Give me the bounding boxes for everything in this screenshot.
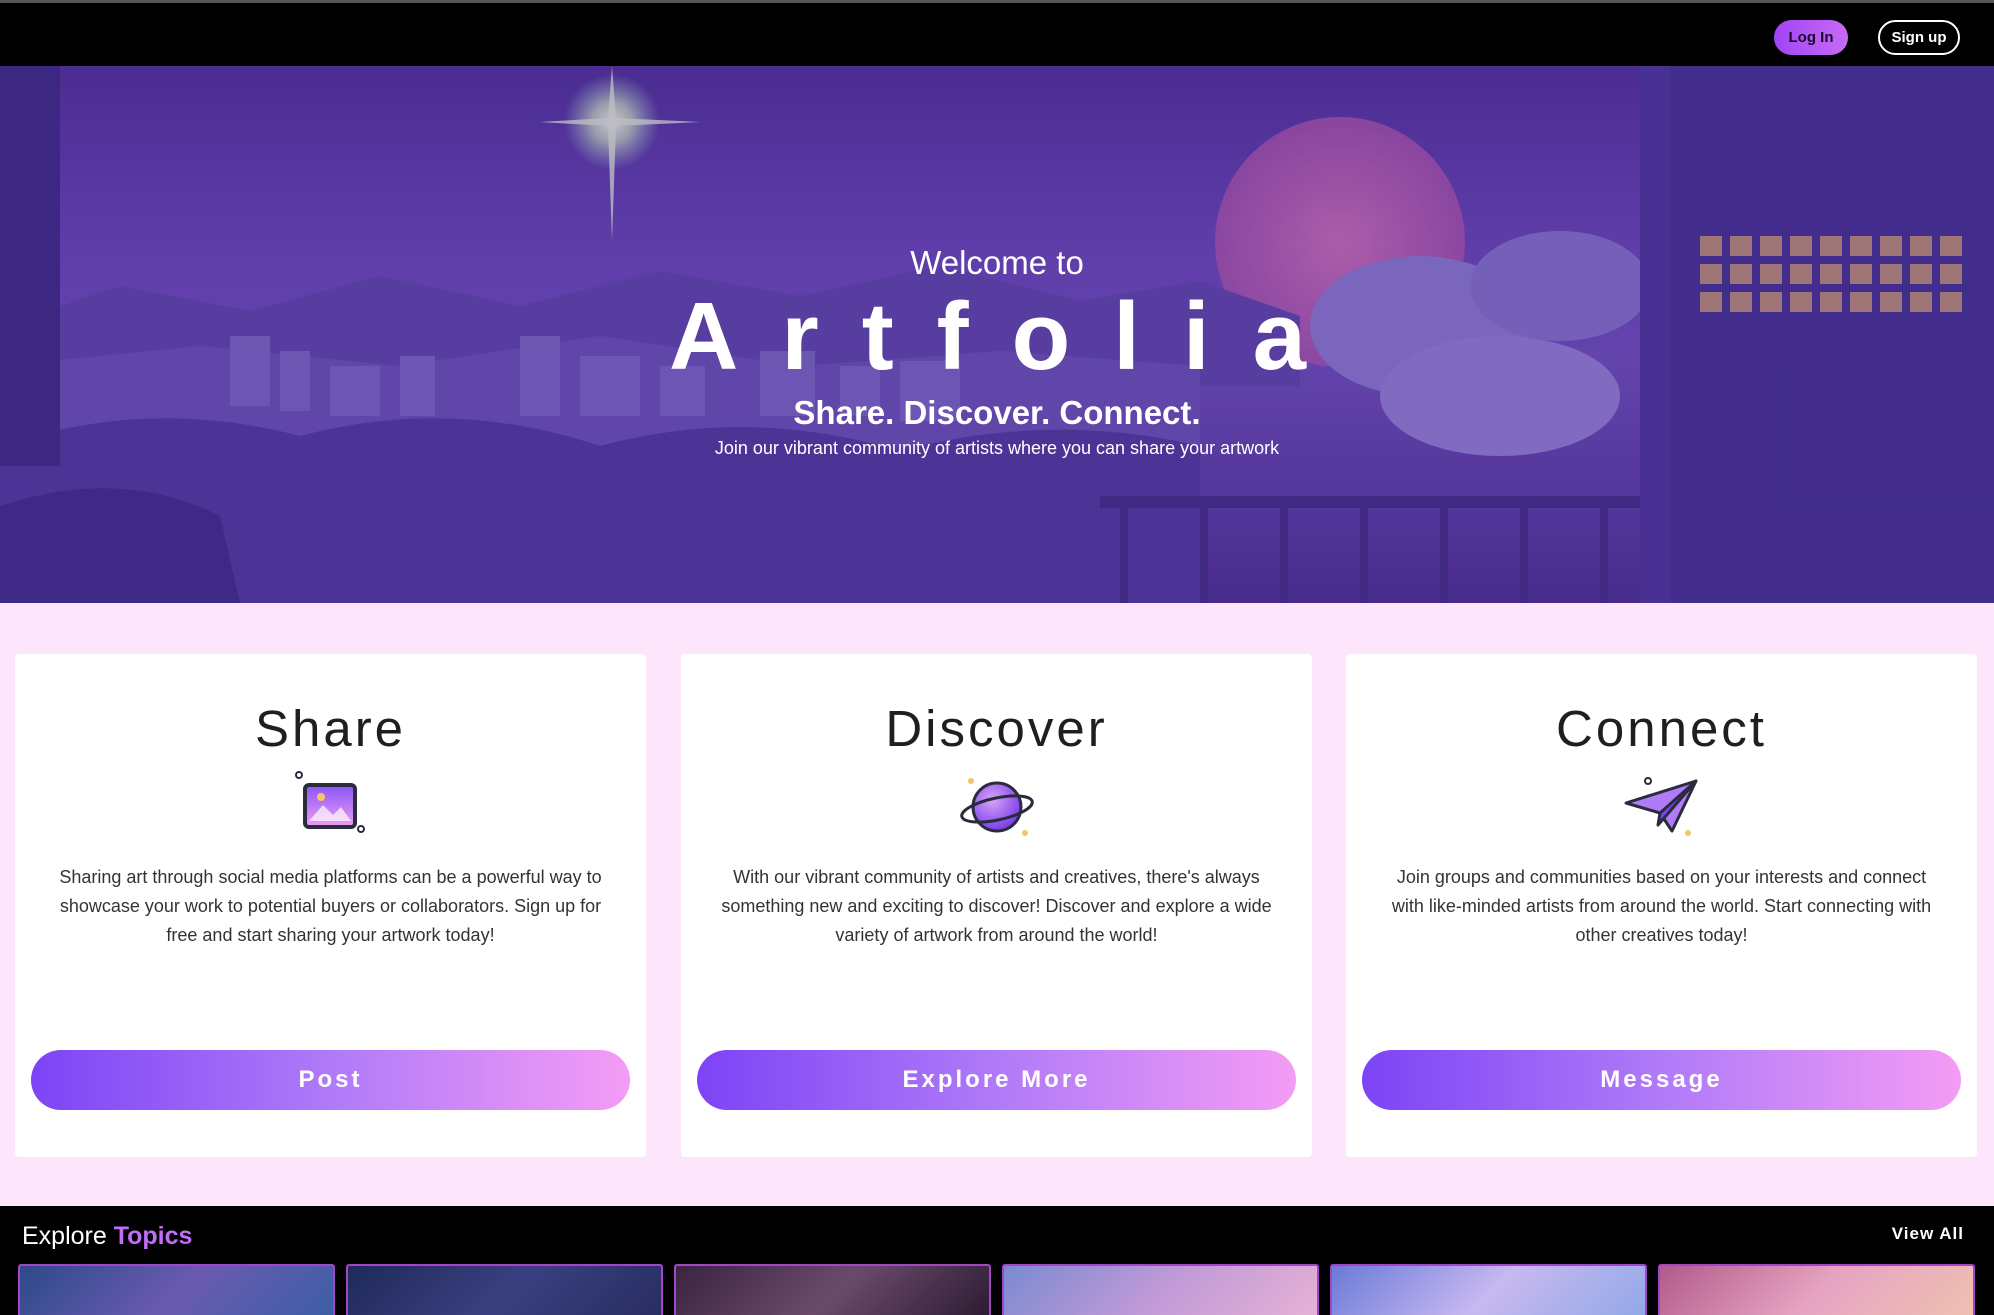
login-button[interactable]: Log In (1774, 20, 1848, 55)
explore-more-button[interactable]: Explore More (697, 1050, 1296, 1110)
topic-thumbnail[interactable] (1002, 1264, 1319, 1315)
card-description: With our vibrant community of artists an… (721, 867, 1272, 945)
card-title: Discover (885, 700, 1108, 757)
explore-topics-section: Explore Topics View All (0, 1206, 1994, 1315)
topic-thumbnails (18, 1264, 1975, 1315)
planet-icon (959, 778, 1034, 836)
card-description: Sharing art through social media platfor… (59, 867, 602, 945)
card-title: Share (254, 700, 407, 757)
hero-content: Welcome to Artfolia Share. Discover. Con… (0, 66, 1994, 603)
hero-tagline: Share. Discover. Connect. (793, 394, 1201, 431)
explore-title-accent: Topics (113, 1222, 193, 1250)
paper-plane-icon (1624, 777, 1697, 836)
explore-title-prefix: Explore (22, 1222, 107, 1250)
topic-thumbnail[interactable] (18, 1264, 335, 1315)
topic-thumbnail[interactable] (1658, 1264, 1975, 1315)
feature-card-share: Share Sharing art through social media p… (15, 654, 646, 1157)
hero-banner: Welcome to Artfolia Share. Discover. Con… (0, 66, 1994, 603)
signup-button[interactable]: Sign up (1878, 20, 1960, 55)
image-upload-icon (294, 771, 365, 833)
explore-topics-heading: Explore Topics (22, 1222, 192, 1251)
view-all-link[interactable]: View All (1892, 1224, 1964, 1244)
message-button[interactable]: Message (1362, 1050, 1961, 1110)
hero-brand-title: Artfolia (669, 283, 1349, 390)
topic-thumbnail[interactable] (346, 1264, 663, 1315)
hero-welcome-text: Welcome to (910, 244, 1084, 281)
post-button[interactable]: Post (31, 1050, 630, 1110)
card-title: Connect (1556, 700, 1767, 757)
hero-subtext: Join our vibrant community of artists wh… (714, 438, 1280, 458)
topic-thumbnail[interactable] (674, 1264, 991, 1315)
topic-thumbnail[interactable] (1330, 1264, 1647, 1315)
feature-card-discover: Discover With our vibrant community of a… (681, 654, 1312, 1157)
card-description: Join groups and communities based on you… (1391, 867, 1932, 945)
features-section: Share Sharing art through social media p… (0, 603, 1994, 1206)
feature-card-connect: Connect Join groups and communities base… (1346, 654, 1977, 1157)
top-navbar: Log In Sign up (0, 3, 1994, 66)
